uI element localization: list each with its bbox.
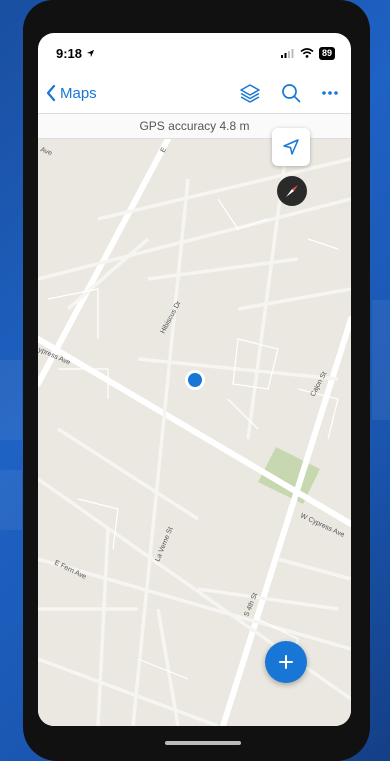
ellipsis-icon — [322, 91, 338, 95]
battery-indicator: 89 — [318, 46, 335, 60]
location-arrow-icon — [86, 49, 95, 57]
layers-button[interactable] — [239, 82, 261, 104]
add-feature-button[interactable] — [265, 641, 307, 683]
search-icon — [282, 84, 301, 103]
locate-me-button[interactable] — [272, 128, 310, 166]
more-button[interactable] — [321, 90, 339, 96]
back-button[interactable]: Maps — [46, 85, 97, 102]
home-indicator — [165, 741, 241, 745]
wifi-icon — [300, 48, 314, 58]
search-button[interactable] — [281, 83, 301, 103]
status-time: 9:18 — [56, 45, 83, 61]
map-view[interactable]: Ave E Hibiscus Dr ypress Ave Cajon St W … — [38, 136, 351, 726]
compass-icon — [286, 185, 298, 197]
signal-icon — [280, 49, 294, 58]
navigation-bar: Maps — [38, 73, 351, 113]
status-bar: 9:18 89 — [38, 33, 351, 73]
plus-icon — [279, 655, 293, 669]
map-canvas: Ave E Hibiscus Dr ypress Ave Cajon St W … — [38, 136, 351, 726]
navigation-arrow-icon — [283, 139, 299, 155]
compass-button[interactable] — [277, 176, 307, 206]
chevron-left-icon — [46, 85, 56, 101]
layers-icon — [240, 84, 260, 103]
back-label: Maps — [60, 84, 97, 102]
